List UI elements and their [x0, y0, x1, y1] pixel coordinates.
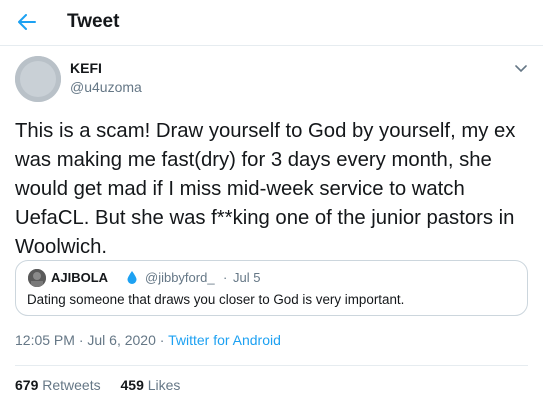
meta-separator: ·	[155, 332, 169, 348]
likes-count: 459	[120, 377, 144, 393]
more-options-button[interactable]	[510, 58, 532, 80]
tweet-text: This is a scam! Draw yourself to God by …	[15, 120, 516, 258]
water-drop-icon	[127, 271, 137, 284]
likes-label: Likes	[147, 377, 181, 393]
tweet-source-link[interactable]: Twitter for Android	[168, 332, 281, 348]
engagement-stats: 679 Retweets 459 Likes	[15, 377, 196, 393]
tweet-timestamp[interactable]: 12:05 PM · Jul 6, 2020	[15, 332, 156, 348]
retweets-stat[interactable]: 679 Retweets	[15, 377, 101, 393]
page-title: Tweet	[67, 11, 120, 32]
divider	[15, 365, 528, 366]
retweets-count: 679	[15, 377, 39, 393]
avatar[interactable]	[15, 56, 61, 102]
quoted-avatar	[28, 269, 46, 287]
quoted-date: Jul 5	[233, 270, 261, 285]
retweets-label: Retweets	[42, 377, 101, 393]
arrow-left-icon	[18, 14, 36, 30]
likes-stat[interactable]: 459 Likes	[121, 377, 181, 393]
quoted-author-name: AJIBOLA	[51, 270, 109, 285]
author-handle[interactable]: @u4uzoma	[70, 79, 142, 95]
back-button[interactable]	[12, 7, 42, 37]
quoted-author-handle: @jibbyford_	[145, 270, 215, 285]
quoted-tweet[interactable]: AJIBOLA @jibbyford_ · Jul 5 Dating someo…	[15, 260, 528, 316]
tweet-meta: 12:05 PM · Jul 6, 2020 · Twitter for And…	[15, 332, 281, 348]
quoted-separator: ·	[223, 270, 228, 285]
author-name[interactable]: KEFI	[70, 60, 102, 76]
chevron-down-icon	[515, 65, 527, 73]
top-bar: Tweet	[0, 0, 543, 46]
quoted-text: Dating someone that draws you closer to …	[27, 292, 405, 307]
